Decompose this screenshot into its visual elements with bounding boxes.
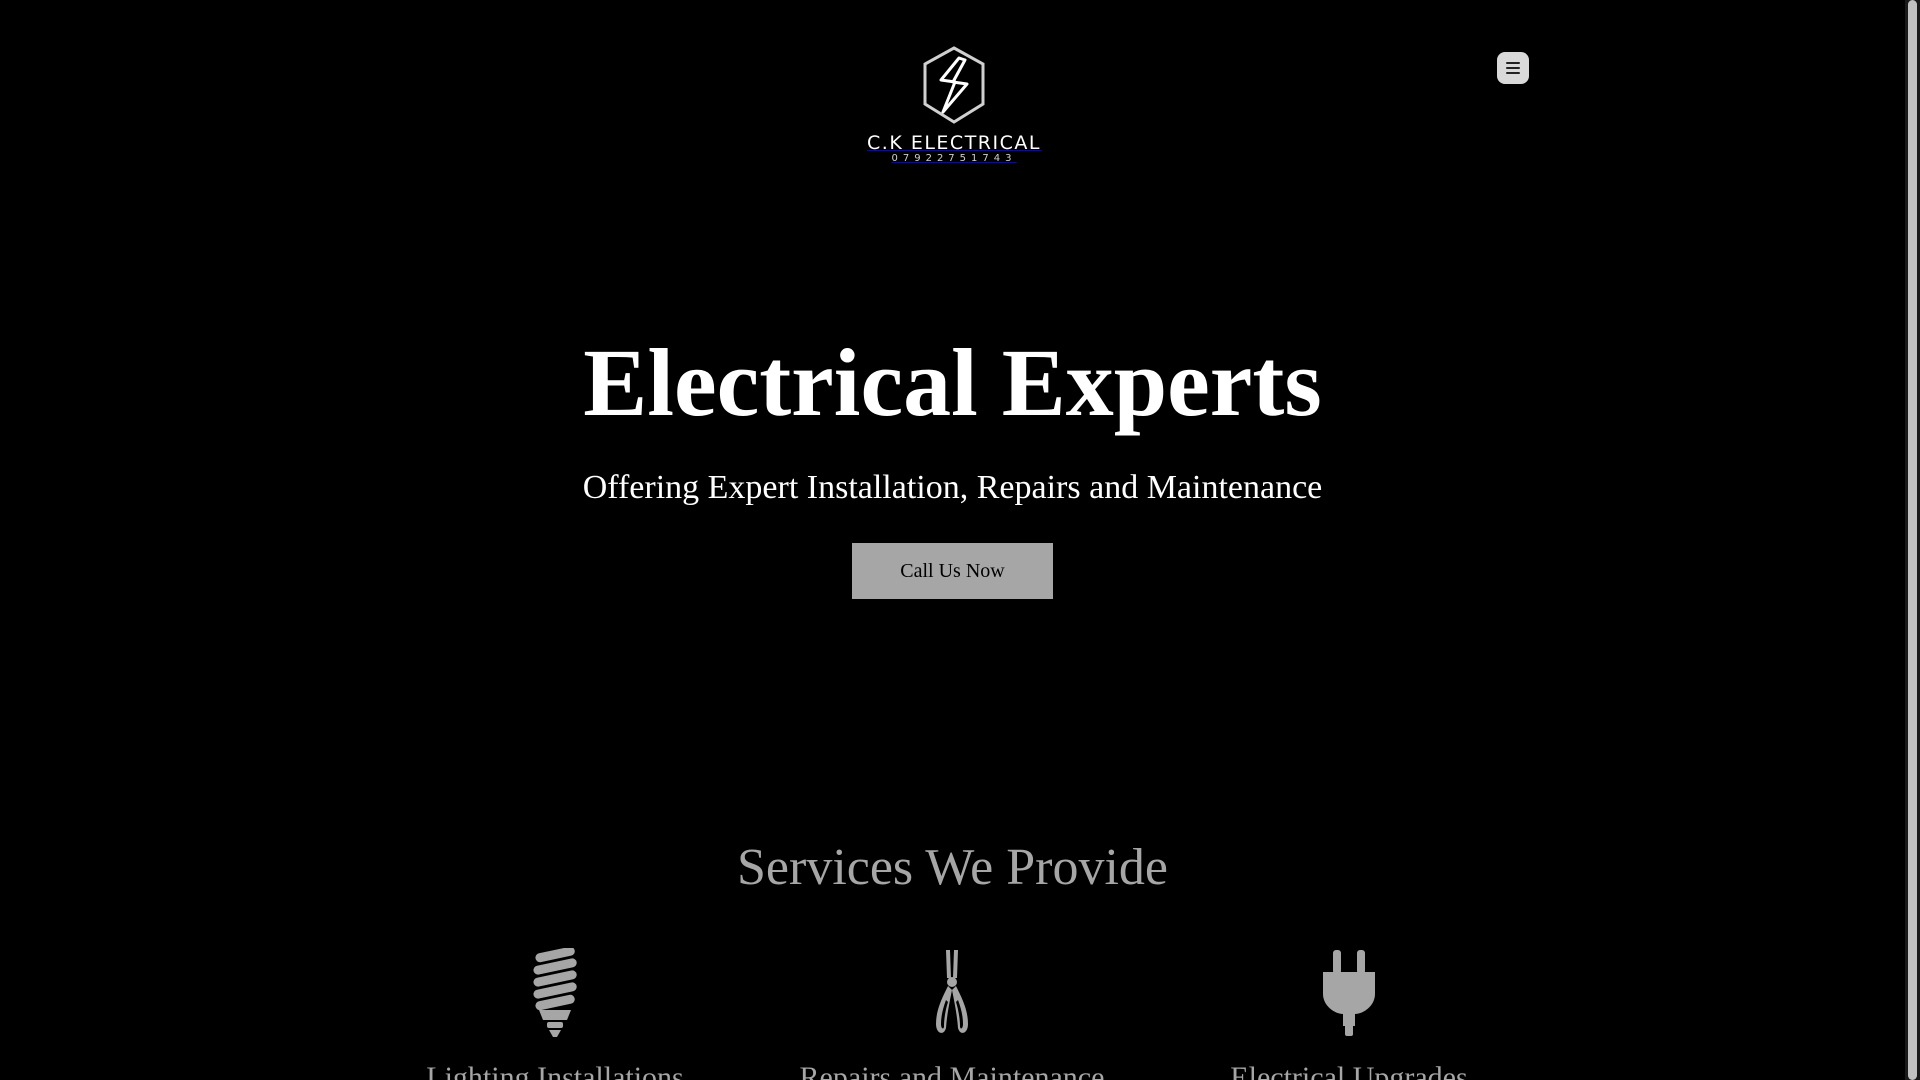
lightning-hexagon-logo-icon [923, 46, 985, 124]
vertical-scrollbar[interactable] [1905, 0, 1920, 1080]
menu-button[interactable] [1497, 52, 1529, 84]
service-label: Repairs and Maintenance [799, 1061, 1105, 1080]
brand-phone: 07922751743 [891, 153, 1017, 164]
services-title: Services We Provide [737, 839, 1168, 896]
hero-subtitle: Offering Expert Installation, Repairs an… [582, 469, 1323, 506]
service-repairs-and-maintenance: Repairs and Maintenance [772, 948, 1132, 1080]
plug-icon [1323, 950, 1375, 1036]
service-lighting-installations: Lighting Installations [375, 948, 735, 1080]
light-bulb-icon [533, 948, 577, 1037]
service-label: Lighting Installations [426, 1061, 684, 1080]
service-electrical-upgrades: Electrical Upgrades [1169, 948, 1529, 1080]
hero-title: Electrical Experts [583, 329, 1322, 436]
brand-name: C.K ELECTRICAL [867, 132, 1041, 154]
scrollbar-thumb[interactable] [1908, 0, 1917, 1080]
page: C.K ELECTRICAL 07922751743 Electrical Ex… [0, 0, 1905, 1080]
site-logo[interactable]: C.K ELECTRICAL 07922751743 [857, 46, 1051, 172]
call-us-now-button[interactable]: Call Us Now [852, 543, 1053, 599]
service-label: Electrical Upgrades [1230, 1061, 1468, 1080]
pliers-icon [936, 950, 968, 1033]
hamburger-menu-icon [1506, 62, 1520, 74]
